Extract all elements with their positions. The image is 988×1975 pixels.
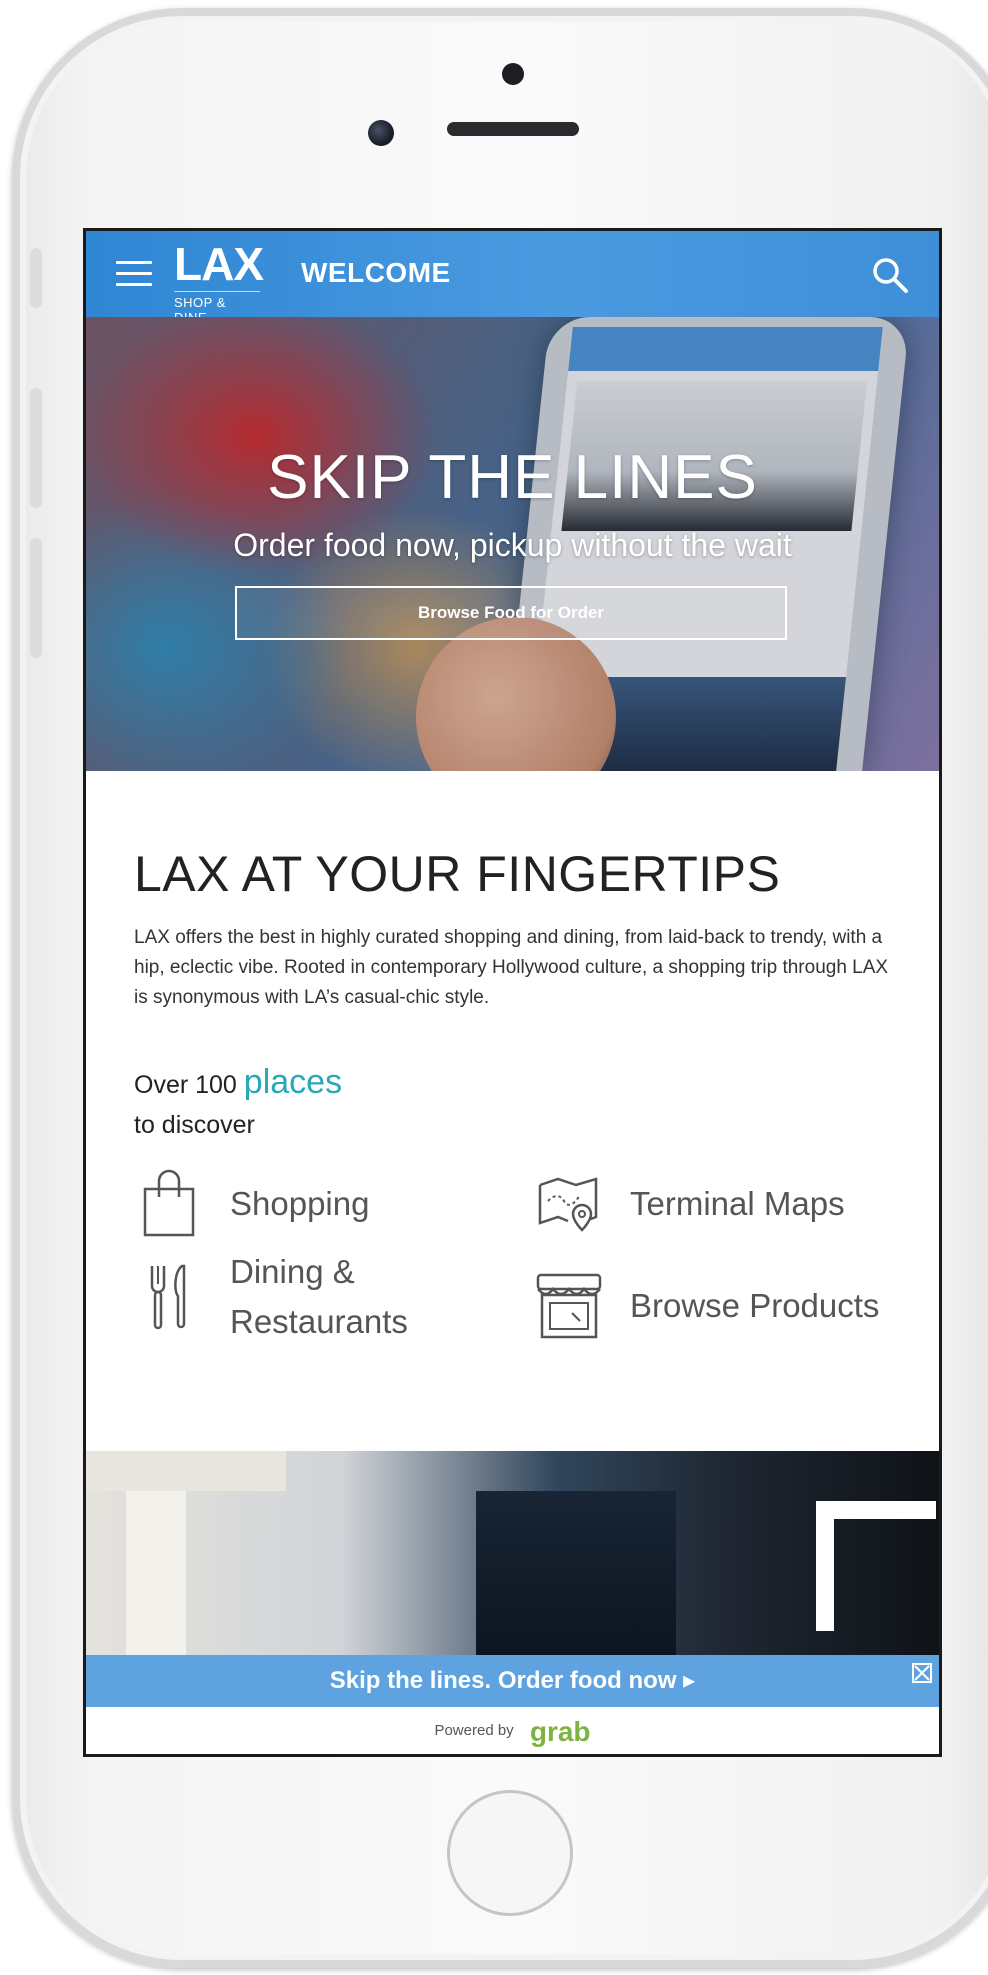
volume-down-button <box>30 538 42 658</box>
proximity-sensor <box>502 63 524 85</box>
lax-logo[interactable]: LAX SHOP & DINE <box>174 238 264 325</box>
places-count: Over 100 places <box>134 1063 342 1102</box>
category-browse-products[interactable]: Browse Products <box>534 1271 879 1341</box>
promo-banner[interactable]: Skip the lines. Order food now ▸ <box>86 1655 939 1707</box>
front-camera-icon <box>368 120 394 146</box>
volume-up-button <box>30 388 42 508</box>
search-icon[interactable] <box>870 255 910 295</box>
hero-subtitle: Order food now, pickup without the wait <box>233 527 792 563</box>
storefront-icon <box>534 1271 604 1341</box>
section-title: LAX AT YOUR FINGERTIPS <box>134 846 781 902</box>
category-label: Dining & Restaurants <box>230 1253 408 1340</box>
shopping-bag-icon <box>134 1169 204 1239</box>
storefront-image <box>476 1491 676 1661</box>
browse-food-button[interactable]: Browse Food for Order <box>235 586 787 640</box>
grab-logo[interactable]: grab <box>530 1716 591 1747</box>
terminal-photo <box>86 1451 939 1661</box>
fork-knife-icon <box>134 1262 204 1332</box>
earpiece-speaker <box>447 122 579 136</box>
category-label: Terminal Maps <box>630 1185 845 1222</box>
hero-title: SKIP THE LINES <box>267 443 758 512</box>
category-label: Browse Products <box>630 1287 880 1324</box>
map-icon <box>534 1169 604 1239</box>
category-shopping[interactable]: Shopping <box>134 1169 369 1239</box>
category-terminal-maps[interactable]: Terminal Maps <box>534 1169 845 1239</box>
close-icon[interactable] <box>912 1663 932 1683</box>
menu-icon[interactable] <box>116 261 152 287</box>
powered-by-label: Powered by <box>434 1722 514 1739</box>
home-button[interactable] <box>447 1790 573 1916</box>
app-screen: LAX SHOP & DINE WELCOME SKIP THE LINES O… <box>83 228 942 1757</box>
places-count-suffix: to discover <box>134 1111 255 1139</box>
hero-banner: SKIP THE LINES Order food now, pickup wi… <box>86 317 939 771</box>
powered-by: Powered by grab <box>86 1707 939 1754</box>
logo-main-text: LAX <box>174 238 264 290</box>
mute-switch <box>30 248 42 308</box>
category-label: Shopping <box>230 1185 370 1222</box>
places-count-prefix: Over 100 <box>134 1071 237 1099</box>
mall-ceiling <box>86 1451 286 1491</box>
page-title: WELCOME <box>301 257 451 288</box>
category-dining[interactable]: Dining & Restaurants <box>134 1247 430 1347</box>
places-accent: places <box>243 1063 343 1101</box>
app-header: LAX SHOP & DINE WELCOME <box>86 231 939 325</box>
section-description: LAX offers the best in highly curated sh… <box>134 927 889 1008</box>
store-sign-image <box>816 1501 936 1631</box>
